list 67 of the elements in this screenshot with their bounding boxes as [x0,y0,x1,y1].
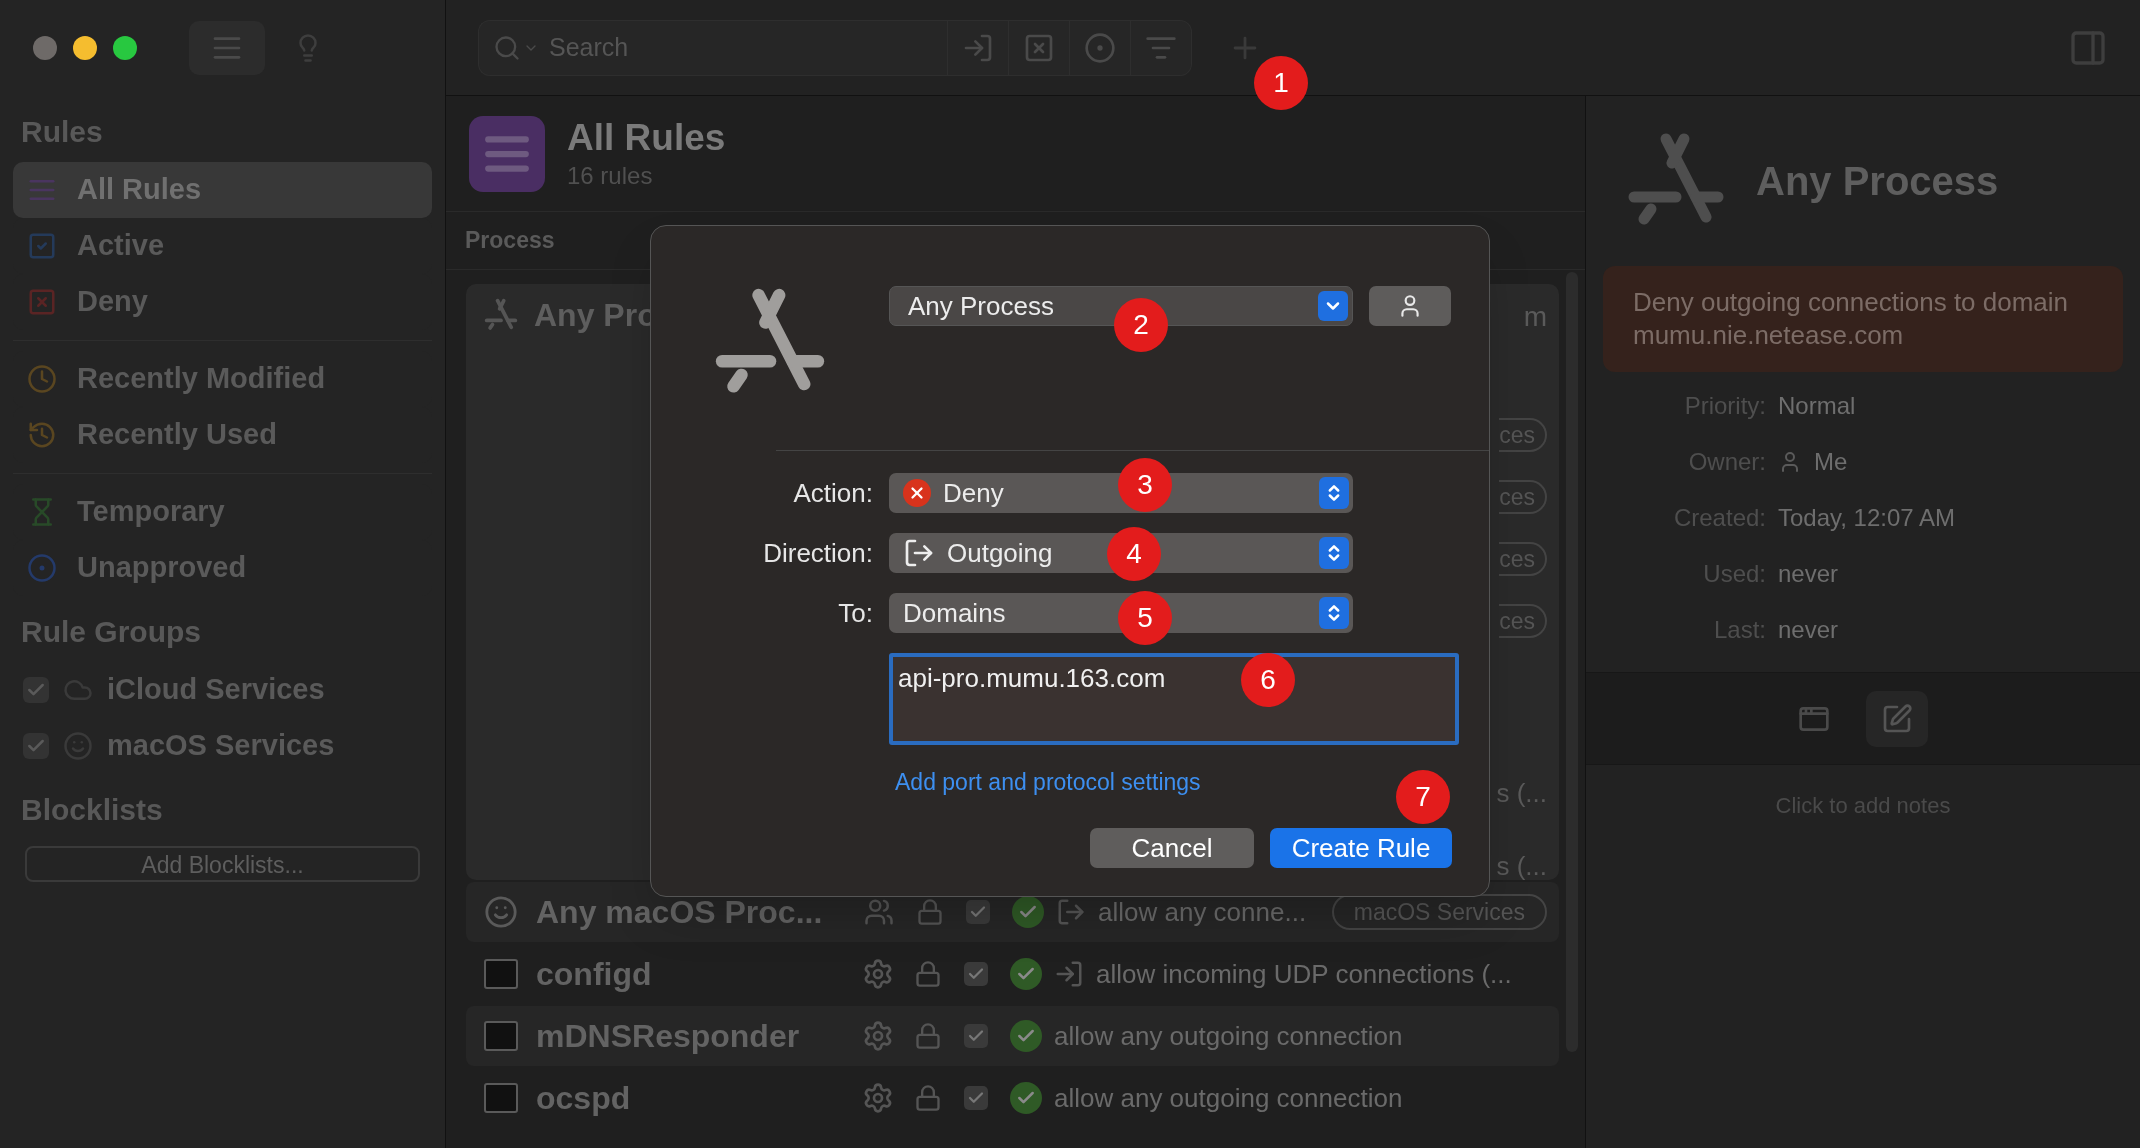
cancel-button[interactable]: Cancel [1090,828,1254,868]
maximize-window-button[interactable] [113,36,137,60]
incoming-icon [1054,959,1084,989]
column-header[interactable]: Process [465,223,555,258]
checkbox[interactable] [966,900,990,924]
checkbox[interactable] [964,962,988,986]
clock-check-icon [27,420,57,450]
outgoing-icon [1056,897,1086,927]
dot-circle-icon [27,553,57,583]
checkbox[interactable] [23,733,49,759]
checkbox[interactable] [23,677,49,703]
settings-icon [862,1020,894,1052]
rule-description: allow any outgoing connection [1054,1019,1403,1053]
rule-row[interactable]: configd allow incoming UDP connections (... [466,944,1559,1004]
process-name: mDNSResponder [536,1017,801,1056]
sidebar-item[interactable]: All Rules [13,162,432,218]
create-rule-button[interactable]: Create Rule [1270,828,1452,868]
process-name: Any macOS Proc... [536,893,824,932]
sidebar-list-button[interactable] [189,21,265,75]
property-value: never [1778,615,1839,645]
details-title: Any Process [1756,158,1999,205]
app-store-icon [484,298,518,332]
minimize-window-button[interactable] [73,36,97,60]
user-button[interactable] [1369,286,1451,326]
property-value: Today, 12:07 AM [1778,503,1955,533]
rule-row[interactable]: mDNSResponder allow any outgoing connection [466,1006,1559,1066]
deny-icon [903,479,931,507]
face-icon [484,895,518,929]
clock-icon [27,364,57,394]
terminal-icon [484,959,518,989]
settings-icon [862,958,894,990]
close-window-button[interactable] [33,36,57,60]
settings-icon [862,1082,894,1114]
checkbox-icon [27,231,57,261]
checkbox[interactable] [964,1024,988,1048]
process-name: configd [536,955,653,994]
rule-description: allow any conne... [1098,895,1307,929]
edit-button[interactable] [1866,690,1928,747]
property-value: Me [1814,447,1848,477]
lock-icon[interactable] [914,1083,942,1113]
rule-description: allow incoming UDP connections (... [1096,957,1512,991]
terminal-icon [484,1083,518,1113]
page-title: All Rules [567,115,726,160]
rule-row[interactable]: ocspd allow any outgoing connection [466,1068,1559,1128]
property-value: never [1778,559,1839,589]
checkbox[interactable] [964,1086,988,1110]
edit-icon [1881,702,1913,735]
property-value: Normal [1778,391,1856,421]
field-label: Direction: [762,536,873,570]
lock-icon[interactable] [916,897,944,927]
stepper-icon [1319,597,1349,629]
users-icon [862,897,896,927]
stepper-icon [1319,477,1349,509]
field-label: Action: [792,476,873,510]
terminal-icon [484,1021,518,1051]
rule-description: allow any outgoing connection [1054,1081,1403,1115]
field-label: To: [837,596,873,630]
add-blocklists-button[interactable]: Add Blocklists... [25,846,420,882]
lock-icon[interactable] [914,1021,942,1051]
outgoing-icon [903,537,935,569]
rule-summary: Deny outgoing connections to domain mumu.nie.netease.com [1633,286,2070,352]
process-name: ocspd [536,1079,632,1118]
port-settings-link[interactable]: Add port and protocol settings [889,765,1353,800]
stepper-icon [1319,537,1349,569]
close-square-icon [27,287,57,317]
caret-icon [1318,291,1348,321]
lock-icon[interactable] [914,959,942,989]
